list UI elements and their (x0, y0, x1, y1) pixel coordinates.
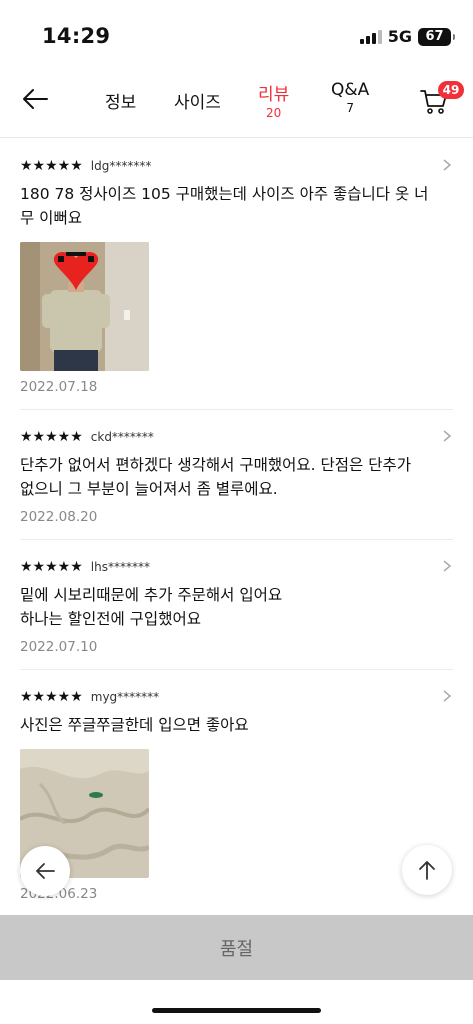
tab-size[interactable]: 사이즈 (174, 88, 221, 113)
review-list: ★★★★★ ldg******* 180 78 정사이즈 105 구매했는데 사… (0, 139, 473, 916)
review-date: 2022.07.18 (20, 379, 98, 395)
floating-back-button[interactable] (20, 846, 70, 896)
cart-count-badge: 49 (438, 81, 464, 99)
tab-info[interactable]: 정보 (105, 88, 136, 113)
review-item[interactable]: ★★★★★ lhs******* 밑에 시보리때문에 추가 주문해서 입어요 하… (20, 540, 453, 670)
tab-qna-count: 7 (346, 101, 354, 115)
review-text: 사진은 쭈글쭈글한데 입으면 좋아요 (20, 716, 249, 734)
rating-stars: ★★★★★ (20, 429, 83, 445)
review-item[interactable]: ★★★★★ ckd******* 단추가 없어서 편하겠다 생각해서 구매했어요… (20, 410, 453, 540)
review-date: 2022.06.23 (20, 886, 98, 902)
status-time: 14:29 (42, 24, 111, 48)
review-date: 2022.07.10 (20, 639, 98, 655)
tab-reviews-label: 리뷰 (258, 85, 290, 105)
chevron-right-icon (443, 560, 452, 572)
soldout-button[interactable]: 품절 (0, 915, 473, 980)
tab-reviews[interactable]: 리뷰 20 (258, 80, 289, 120)
battery-level: 67 (425, 29, 444, 44)
review-text: 밑에 시보리때문에 추가 주문해서 입어요 하나는 할인전에 구입했어요 (20, 586, 283, 628)
network-label: 5G (387, 27, 412, 46)
rating-stars: ★★★★★ (20, 158, 83, 174)
review-photo-image (20, 242, 149, 371)
arrow-left-icon (36, 863, 55, 879)
review-item[interactable]: ★★★★★ myg******* 사진은 쭈글쭈글한데 입으면 좋아요 2022… (20, 670, 453, 916)
review-photo[interactable] (20, 242, 149, 371)
review-username: ldg******* (90, 159, 152, 173)
review-header: ★★★★★ myg******* (20, 687, 453, 707)
review-date: 2022.08.20 (20, 509, 98, 525)
review-header: ★★★★★ ldg******* (20, 156, 453, 176)
back-button[interactable] (18, 84, 52, 114)
battery-icon: 67 (418, 27, 455, 46)
review-header: ★★★★★ ckd******* (20, 427, 453, 447)
review-text: 180 78 정사이즈 105 구매했는데 사이즈 아주 좋습니다 옷 너 무 … (20, 185, 429, 227)
review-header: ★★★★★ lhs******* (20, 557, 453, 577)
arrow-left-icon (23, 89, 48, 109)
arrow-up-icon (419, 861, 435, 880)
scroll-to-top-button[interactable] (402, 845, 452, 895)
tab-info-label: 정보 (105, 93, 137, 113)
tab-qna-label: Q&A (331, 80, 370, 100)
home-indicator[interactable] (152, 1008, 321, 1013)
signal-icon (359, 29, 382, 44)
rating-stars: ★★★★★ (20, 559, 83, 575)
status-bar: 14:29 5G 67 (0, 0, 473, 72)
chevron-right-icon (443, 690, 452, 702)
tab-size-label: 사이즈 (174, 93, 221, 113)
review-item[interactable]: ★★★★★ ldg******* 180 78 정사이즈 105 구매했는데 사… (20, 139, 453, 410)
review-username: ckd******* (90, 430, 154, 444)
product-nav-header: 정보 사이즈 리뷰 20 Q&A 7 (0, 72, 473, 138)
rating-stars: ★★★★★ (20, 689, 83, 705)
review-username: lhs******* (90, 560, 150, 574)
tab-qna[interactable]: Q&A 7 (331, 80, 369, 115)
review-text: 단추가 없어서 편하겠다 생각해서 구매했어요. 단점은 단추가 없으니 그 부… (20, 456, 411, 498)
chevron-right-icon (443, 159, 452, 171)
review-username: myg******* (90, 690, 160, 704)
chevron-right-icon (443, 430, 452, 442)
status-indicators: 5G 67 (359, 27, 455, 46)
bottom-safe-area (0, 980, 473, 1024)
tab-reviews-count: 20 (266, 106, 282, 120)
